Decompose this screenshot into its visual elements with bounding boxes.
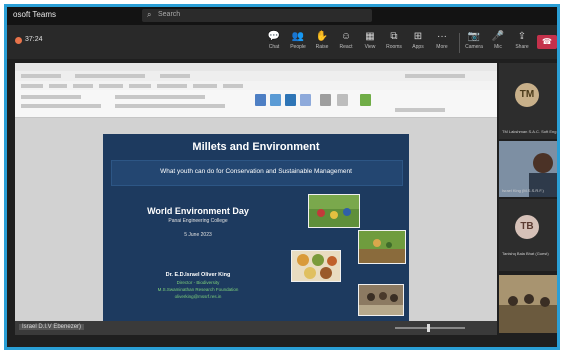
avatar: TM — [515, 83, 539, 107]
rooms-icon: ⧉ — [390, 31, 398, 42]
zoom-slider-thumb[interactable] — [427, 324, 430, 332]
chat-button[interactable]: 💬 Chat — [263, 31, 285, 57]
ribbon-button[interactable] — [337, 94, 348, 106]
raise-button[interactable]: ✋ Raise — [311, 31, 333, 57]
ribbon-button[interactable] — [360, 94, 371, 106]
teams-window: osoft Teams ⌕ Search 37:24 💬 Chat 👥 People… — [4, 4, 560, 350]
shared-screen: Millets and Environment What youth can d… — [15, 63, 497, 335]
mic-button[interactable]: 🎤 Mic — [487, 31, 509, 57]
camera-icon: 📷 — [467, 31, 481, 42]
slide-title: Millets and Environment — [192, 141, 320, 153]
apps-button[interactable]: ⊞ Apps — [407, 31, 429, 57]
event-photo — [308, 194, 360, 228]
event-college: Panai Engineering College — [168, 218, 228, 224]
mic-icon: 🎤 — [491, 31, 505, 42]
event-date: 5 June 2023 — [184, 232, 212, 238]
participant-tile[interactable]: TM TM Lakshman S.A.C. Soft Eng — [499, 63, 557, 139]
raise-hand-icon: ✋ — [315, 31, 329, 42]
more-button[interactable]: ··· More — [431, 31, 453, 57]
people-button[interactable]: 👥 People — [287, 31, 309, 57]
status-bar: Israel D.I.V Ebenezer) — [15, 321, 497, 335]
presentation-slide: Millets and Environment What youth can d… — [103, 134, 409, 326]
share-button[interactable]: ⇪ Share — [511, 31, 533, 57]
participant-video — [499, 275, 557, 333]
ribbon-button[interactable] — [320, 94, 331, 106]
ribbon-button[interactable] — [270, 94, 281, 106]
app-title: osoft Teams — [13, 10, 56, 19]
status-text: Israel D.I.V Ebenezer) — [19, 324, 85, 330]
meeting-toolbar: 37:24 💬 Chat 👥 People ✋ Raise ☺ React ▦ View … — [7, 25, 557, 59]
participant-tile[interactable]: Israel King (M.S.S.R.F.) — [499, 141, 557, 197]
share-icon: ⇪ — [517, 31, 527, 42]
ribbon-button[interactable] — [255, 94, 266, 106]
avatar: TB — [515, 215, 539, 239]
millet-field-photo — [358, 230, 406, 264]
people-icon: 👥 — [291, 31, 305, 42]
recording-icon — [15, 37, 22, 44]
powerpoint-quick-access — [15, 71, 497, 81]
rooms-button[interactable]: ⧉ Rooms — [383, 31, 405, 57]
view-icon: ▦ — [365, 31, 375, 42]
ribbon-button[interactable] — [285, 94, 296, 106]
search-icon: ⌕ — [147, 10, 152, 19]
more-icon: ··· — [437, 31, 447, 42]
group-photo — [358, 284, 404, 316]
apps-icon: ⊞ — [413, 31, 423, 42]
zoom-slider[interactable] — [395, 327, 465, 329]
camera-button[interactable]: 📷 Camera — [463, 31, 485, 57]
speaker-email: oliverking@mssrf.res.in — [174, 294, 222, 299]
powerpoint-ribbon — [15, 90, 497, 118]
speaker-role: Director - Biodiversity — [176, 280, 220, 285]
ribbon-button[interactable] — [300, 94, 311, 106]
event-title: World Environment Day — [147, 206, 249, 216]
speaker-name: Dr. E.D.Israel Oliver King — [165, 272, 231, 278]
participant-tile[interactable]: TB Tanishq Bala Bhat (Guest) — [499, 199, 557, 271]
phone-hangup-icon: ☎ — [542, 37, 552, 46]
react-icon: ☺ — [340, 31, 352, 42]
participant-name: Israel King (M.S.S.R.F.) — [502, 188, 544, 193]
leave-button[interactable]: ☎ — [537, 35, 557, 49]
participant-name: TM Lakshman S.A.C. Soft Eng — [502, 129, 557, 134]
search-placeholder: Search — [158, 11, 181, 18]
toolbar-divider — [459, 33, 460, 53]
meeting-timer: 37:24 — [25, 36, 43, 43]
chat-icon: 💬 — [267, 31, 281, 42]
participant-tile[interactable] — [499, 275, 557, 333]
participant-name: Tanishq Bala Bhat (Guest) — [502, 251, 549, 256]
millet-food-photo — [291, 250, 341, 282]
search-input[interactable]: ⌕ Search — [142, 9, 372, 22]
react-button[interactable]: ☺ React — [335, 31, 357, 57]
title-bar: osoft Teams ⌕ Search — [7, 7, 557, 25]
participants-panel: TM TM Lakshman S.A.C. Soft Eng Israel Ki… — [499, 63, 557, 345]
view-button[interactable]: ▦ View — [359, 31, 381, 57]
slide-subtitle: What youth can do for Conservation and S… — [160, 168, 352, 175]
speaker-organization: M.S.Swaminathan Research Foundation — [157, 287, 239, 292]
